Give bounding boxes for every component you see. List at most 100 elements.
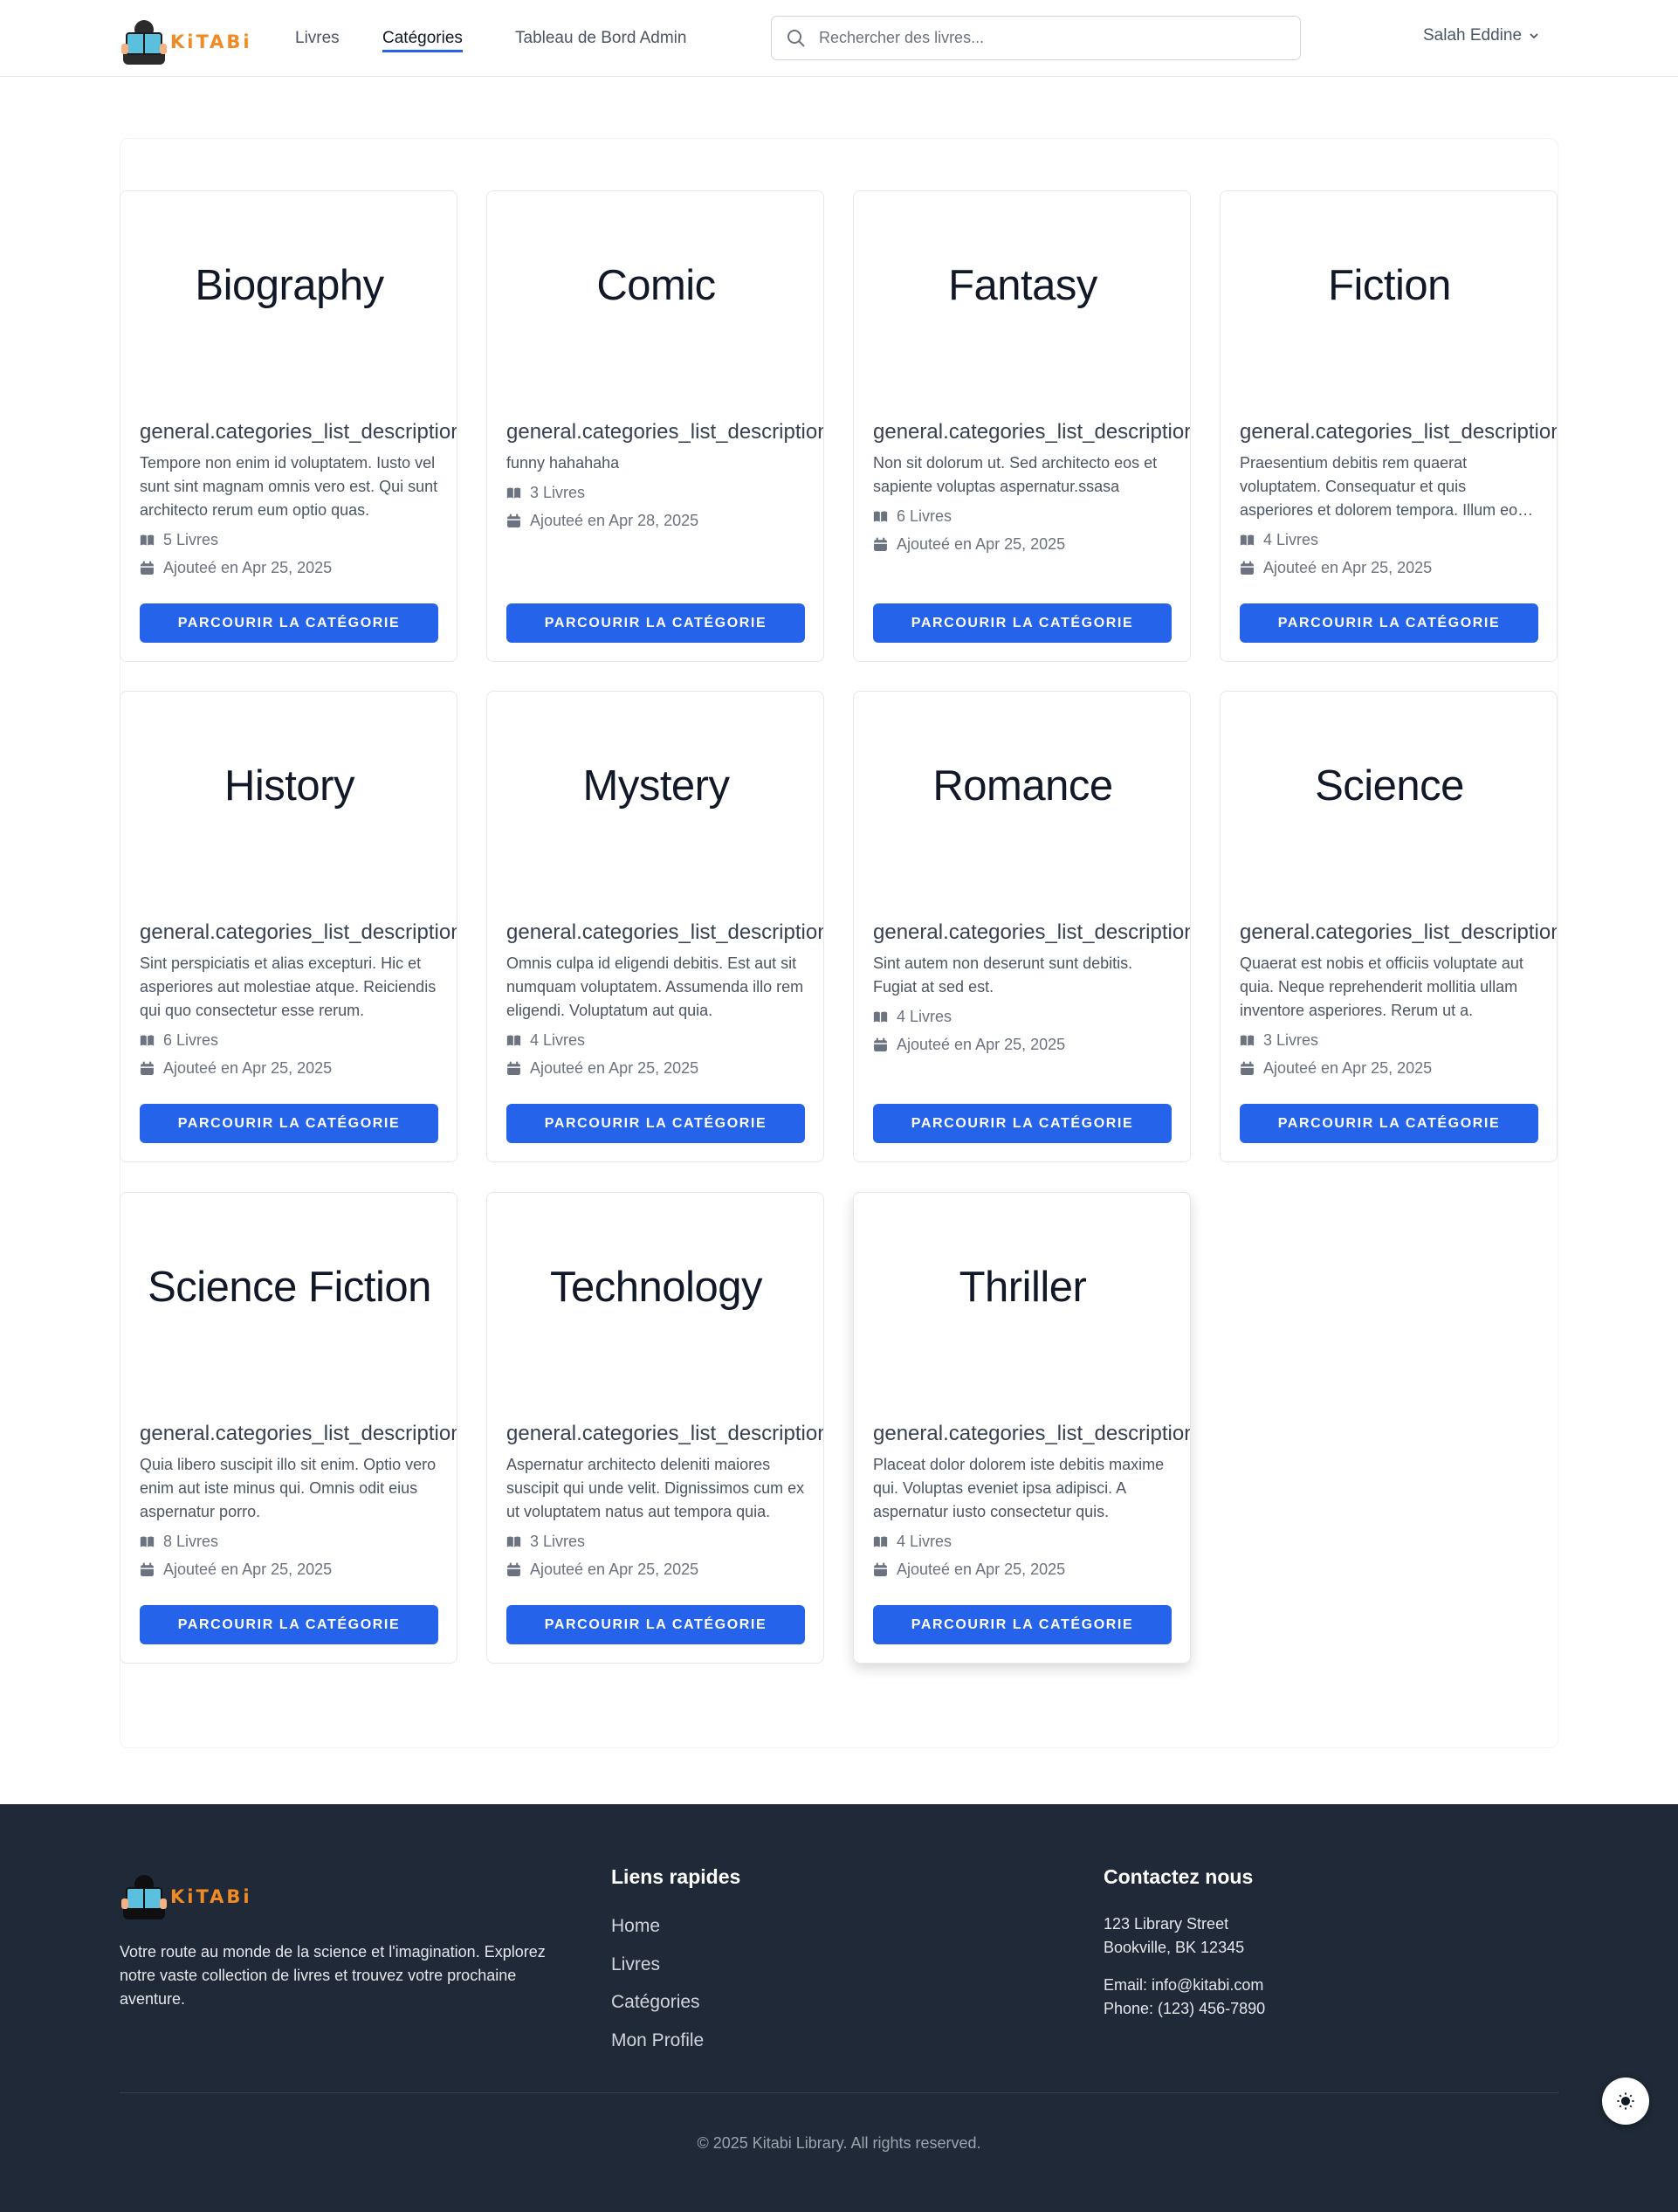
category-card-science-fiction: Science Fiction general.categories_list_… (120, 1192, 457, 1664)
browse-category-button[interactable]: PARCOURIR LA CATÉGORIE (1240, 603, 1538, 643)
open-book-icon (140, 534, 155, 546)
address-line-1: 123 Library Street (1104, 1915, 1229, 1933)
added-date: Ajouteé en Apr 25, 2025 (506, 1059, 698, 1078)
category-name: Fantasy (948, 262, 1097, 309)
category-description-heading: general.categories_list_description (1240, 920, 1558, 944)
contact-phone: Phone: (123) 456-7890 (1104, 2000, 1266, 2017)
book-count: 3 Livres (506, 484, 585, 502)
quick-links-title: Liens rapides (611, 1865, 741, 1888)
category-card-romance: Romance general.categories_list_descript… (853, 691, 1191, 1162)
category-name: Thriller (959, 1264, 1087, 1311)
open-book-icon (873, 1536, 888, 1547)
footer-about-text: Votre route au monde de la science et l'… (120, 1943, 546, 2008)
search-box[interactable] (771, 16, 1301, 60)
nav-livres[interactable]: Livres (295, 26, 340, 52)
footer-brand-name: KiTABi (170, 1886, 252, 1907)
category-card-history: History general.categories_list_descript… (120, 691, 457, 1162)
category-name: Science (1315, 762, 1464, 810)
footer-link-categories[interactable]: Catégories (611, 1988, 704, 2027)
categories-panel: Biography general.categories_list_descri… (120, 138, 1558, 1748)
book-count-label: 6 Livres (897, 507, 952, 525)
copyright: © 2025 Kitabi Library. All rights reserv… (697, 2134, 981, 2152)
quick-links-list: Home Livres Catégories Mon Profile (611, 1912, 704, 2064)
book-count-label: 6 Livres (163, 1031, 219, 1049)
open-book-icon (1240, 534, 1255, 546)
theme-toggle-button[interactable] (1602, 2078, 1649, 2125)
book-count: 6 Livres (873, 507, 952, 526)
category-card-biography: Biography general.categories_list_descri… (120, 190, 457, 662)
book-count-label: 5 Livres (163, 531, 219, 548)
book-count-label: 4 Livres (897, 1533, 952, 1550)
open-book-icon (1240, 1035, 1255, 1046)
category-description: Omnis culpa id eligendi debitis. Est aut… (506, 954, 804, 1019)
category-card-fantasy: Fantasy general.categories_list_descript… (853, 190, 1191, 662)
category-name: History (224, 762, 354, 810)
browse-category-button[interactable]: PARCOURIR LA CATÉGORIE (506, 1104, 805, 1143)
footer-brand-logo[interactable]: KiTABi (120, 1872, 252, 1921)
added-date: Ajouteé en Apr 25, 2025 (873, 535, 1065, 554)
browse-category-button[interactable]: PARCOURIR LA CATÉGORIE (873, 603, 1172, 643)
category-description-heading: general.categories_list_description (506, 920, 824, 944)
calendar-icon (507, 1061, 520, 1075)
category-description: Sint perspiciatis et alias excepturi. Hi… (140, 954, 437, 1019)
added-date: Ajouteé en Apr 25, 2025 (873, 1561, 1065, 1579)
calendar-icon (141, 1061, 154, 1075)
user-menu[interactable]: Salah Eddine (1423, 26, 1539, 45)
calendar-icon (141, 1562, 154, 1576)
open-book-icon (140, 1035, 155, 1046)
added-date-label: Ajouteé en Apr 25, 2025 (1263, 559, 1433, 576)
contact-info: 123 Library Street Bookville, BK 12345 E… (1104, 1912, 1265, 2021)
category-description-heading: general.categories_list_description (873, 920, 1191, 944)
browse-category-button[interactable]: PARCOURIR LA CATÉGORIE (873, 1605, 1172, 1644)
added-date-label: Ajouteé en Apr 25, 2025 (1263, 1059, 1433, 1077)
chevron-down-icon (1530, 33, 1538, 39)
address-line-2: Bookville, BK 12345 (1104, 1939, 1245, 1956)
added-date-label: Ajouteé en Apr 25, 2025 (163, 1561, 333, 1578)
added-date: Ajouteé en Apr 25, 2025 (873, 1036, 1065, 1054)
brand-name: KiTABi (170, 31, 252, 52)
footer-link-home[interactable]: Home (611, 1912, 704, 1951)
book-count: 3 Livres (1240, 1031, 1318, 1050)
category-description: Praesentium debitis rem quaerat voluptat… (1240, 454, 1526, 519)
category-name: Romance (932, 762, 1113, 810)
calendar-icon (874, 537, 887, 551)
calendar-icon (874, 1037, 887, 1051)
book-count: 5 Livres (140, 531, 218, 549)
category-card-thriller: Thriller general.categories_list_descrip… (853, 1192, 1191, 1664)
added-date: Ajouteé en Apr 25, 2025 (140, 1059, 332, 1078)
nav-categories[interactable]: Catégories (382, 26, 463, 52)
added-date-label: Ajouteé en Apr 28, 2025 (530, 512, 699, 529)
book-count-label: 4 Livres (897, 1008, 952, 1025)
browse-category-button[interactable]: PARCOURIR LA CATÉGORIE (873, 1104, 1172, 1143)
footer-link-livres[interactable]: Livres (611, 1951, 704, 1989)
calendar-icon (507, 1562, 520, 1576)
category-description: Placeat dolor dolorem iste debitis maxim… (873, 1456, 1165, 1520)
search-input[interactable] (819, 17, 1290, 59)
added-date-label: Ajouteé en Apr 25, 2025 (530, 1561, 699, 1578)
book-count-label: 3 Livres (530, 1533, 586, 1550)
browse-category-button[interactable]: PARCOURIR LA CATÉGORIE (140, 603, 438, 643)
calendar-icon (1241, 561, 1254, 575)
contact-title: Contactez nous (1104, 1865, 1254, 1888)
footer-divider (120, 2092, 1558, 2093)
book-count: 4 Livres (1240, 531, 1318, 549)
browse-category-button[interactable]: PARCOURIR LA CATÉGORIE (506, 1605, 805, 1644)
category-name: Mystery (582, 762, 731, 810)
sun-icon (1617, 2092, 1634, 2110)
nav-admin-dashboard[interactable]: Tableau de Bord Admin (515, 26, 686, 52)
category-card-comic: Comic general.categories_list_descriptio… (486, 190, 824, 662)
added-date-label: Ajouteé en Apr 25, 2025 (163, 1059, 333, 1077)
open-book-icon (873, 1011, 888, 1023)
footer-link-profile[interactable]: Mon Profile (611, 2027, 704, 2065)
browse-category-button[interactable]: PARCOURIR LA CATÉGORIE (140, 1605, 438, 1644)
category-name: Science Fiction (148, 1264, 431, 1311)
reading-person-logo-icon (121, 1875, 167, 1919)
category-description: funny hahahaha (506, 454, 620, 472)
browse-category-button[interactable]: PARCOURIR LA CATÉGORIE (140, 1104, 438, 1143)
browse-category-button[interactable]: PARCOURIR LA CATÉGORIE (506, 603, 805, 643)
brand-logo[interactable]: KiTABi (120, 17, 252, 66)
contact-email: Email: info@kitabi.com (1104, 1976, 1264, 1994)
category-card-technology: Technology general.categories_list_descr… (486, 1192, 824, 1664)
browse-category-button[interactable]: PARCOURIR LA CATÉGORIE (1240, 1104, 1538, 1143)
added-date: Ajouteé en Apr 25, 2025 (140, 559, 332, 577)
